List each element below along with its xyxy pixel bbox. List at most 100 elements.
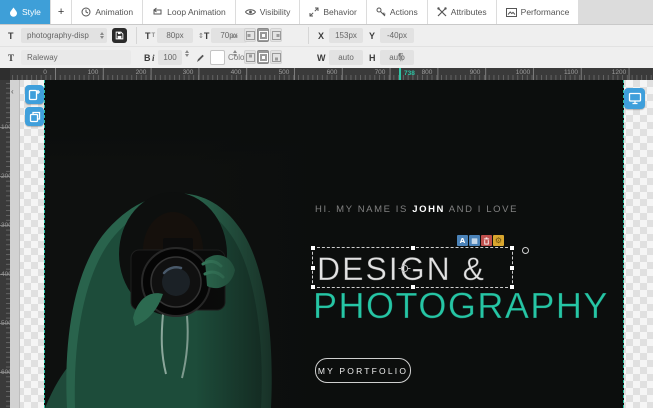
tab-loop-animation[interactable]: Loop Animation	[143, 0, 235, 24]
add-page-icon	[28, 88, 41, 101]
width-label: W	[317, 50, 326, 65]
v-ruler-label: 300	[1, 222, 10, 229]
line-height-icon: ↕T	[198, 28, 209, 43]
toolbar-divider	[308, 27, 309, 44]
height-field[interactable]: auto	[380, 50, 414, 65]
trash-glyph	[483, 237, 490, 245]
portfolio-button[interactable]: MY PORTFOLIO	[315, 358, 411, 383]
selection-handle[interactable]	[411, 246, 415, 250]
stroke-pen-icon[interactable]	[195, 50, 205, 65]
paragraph-icon[interactable]: ¶	[398, 50, 403, 65]
text-style-select[interactable]: photography-disp	[21, 28, 107, 43]
valign-bottom-icon	[272, 53, 281, 62]
x-position-field[interactable]: 153px	[329, 28, 363, 43]
tab-behavior-label: Behavior	[323, 7, 357, 17]
valign-middle-icon	[259, 53, 268, 62]
h-ruler-label: 800	[422, 69, 433, 76]
valign-top-button[interactable]	[244, 50, 256, 64]
selection-handle[interactable]	[510, 246, 514, 250]
tab-behavior[interactable]: Behavior	[300, 0, 366, 24]
font-family-input[interactable]: Raleway	[21, 50, 131, 65]
h-ruler-label: 600	[327, 69, 338, 76]
add-element-button[interactable]	[25, 85, 44, 104]
vertical-ruler[interactable]: 100 200 300 400 500 600	[0, 80, 10, 408]
font-size-field[interactable]: 80px	[157, 28, 193, 43]
align-left-button[interactable]	[244, 28, 256, 42]
font-family-icon: T	[8, 50, 14, 65]
line-spacing-stepper-icon[interactable]	[233, 50, 237, 65]
tab-animation-label: Animation	[95, 7, 133, 17]
tab-actions[interactable]: Actions	[367, 0, 427, 24]
tab-attributes[interactable]: Attributes	[428, 0, 496, 24]
gear-icon[interactable]: ⚙	[493, 235, 504, 246]
line-height-field[interactable]: 70px	[211, 28, 247, 43]
h-ruler-label: 1000	[516, 69, 530, 76]
v-ruler-label: 200	[1, 173, 10, 180]
tab-performance-label: Performance	[521, 7, 570, 17]
transform-anchor-icon[interactable]	[398, 262, 411, 280]
h-ruler-label: 0	[43, 69, 47, 76]
monitor-icon	[628, 92, 642, 105]
selection-box[interactable]	[312, 247, 513, 288]
text-style-tool-icon[interactable]: A	[457, 235, 468, 246]
selection-handle[interactable]	[311, 285, 315, 289]
top-tab-bar: Style + Animation Loop Animation Visibil…	[0, 0, 653, 25]
font-weight-field[interactable]: 100	[158, 50, 182, 65]
tab-animation[interactable]: Animation	[72, 0, 142, 24]
x-position-value: 153px	[335, 31, 357, 40]
y-position-field[interactable]: -40px	[380, 28, 414, 43]
width-field[interactable]: auto	[329, 50, 363, 65]
h-ruler-label: 200	[136, 69, 147, 76]
v-ruler-label: 500	[1, 320, 10, 327]
hero-greeting-text[interactable]: HI. MY NAME IS JOHN AND I LOVE	[315, 204, 518, 215]
valign-middle-button[interactable]	[257, 50, 269, 64]
tab-visibility[interactable]: Visibility	[236, 0, 300, 24]
y-position-value: -40px	[387, 31, 407, 40]
hero-heading-line2[interactable]: PHOTOGRAPHY	[313, 285, 609, 327]
align-right-button[interactable]	[270, 28, 282, 42]
duplicate-icon	[29, 111, 41, 123]
letter-spacing-icon[interactable]	[231, 28, 238, 43]
horizontal-ruler[interactable]: 0 100 200 300 400 500 600 700 800 900 10…	[10, 68, 653, 80]
selection-handle[interactable]	[411, 285, 415, 289]
valign-bottom-button[interactable]	[270, 50, 282, 64]
page-section[interactable]: HI. MY NAME IS JOHN AND I LOVE DESIGN & …	[44, 80, 624, 408]
select-arrows-icon	[100, 32, 104, 39]
greeting-prefix: HI. MY NAME IS	[315, 204, 412, 215]
pen-icon	[195, 53, 205, 63]
grid-tool-icon[interactable]: ▦	[469, 235, 480, 246]
delete-icon[interactable]	[481, 235, 492, 246]
selection-handle[interactable]	[510, 285, 514, 289]
tab-add[interactable]: +	[51, 0, 71, 24]
collapse-panel-icon[interactable]: ‹	[11, 87, 14, 96]
text-color-swatch[interactable]	[210, 50, 225, 65]
tab-style[interactable]: Style	[0, 0, 50, 24]
duplicate-button[interactable]	[25, 107, 44, 126]
image-icon	[506, 8, 517, 17]
tab-style-label: Style	[22, 7, 41, 17]
bold-icon[interactable]: B	[144, 50, 151, 65]
save-style-button[interactable]	[112, 28, 127, 43]
selection-handle[interactable]	[311, 266, 315, 270]
font-size-value: 80px	[166, 31, 183, 40]
selection-handle[interactable]	[510, 266, 514, 270]
tab-performance[interactable]: Performance	[497, 0, 579, 24]
h-ruler-label: 300	[183, 69, 194, 76]
ruler-corner	[0, 68, 10, 80]
loop-icon	[152, 7, 163, 17]
font-weight-stepper[interactable]	[185, 50, 189, 65]
clock-icon	[81, 7, 91, 17]
design-editor-window: Style + Animation Loop Animation Visibil…	[0, 0, 653, 408]
design-canvas[interactable]: HI. MY NAME IS JOHN AND I LOVE DESIGN & …	[10, 80, 653, 408]
selection-handle[interactable]	[311, 246, 315, 250]
italic-icon[interactable]: i	[152, 50, 155, 65]
behavior-arrows-icon	[309, 7, 319, 17]
h-ruler-label: 400	[231, 69, 242, 76]
key-icon	[376, 7, 386, 17]
align-center-button[interactable]	[257, 28, 269, 42]
rotate-handle[interactable]	[522, 247, 529, 254]
tab-visibility-label: Visibility	[260, 7, 291, 17]
h-ruler-label: 700	[375, 69, 386, 76]
preview-desktop-button[interactable]	[624, 88, 645, 109]
style-drop-icon	[9, 7, 18, 17]
